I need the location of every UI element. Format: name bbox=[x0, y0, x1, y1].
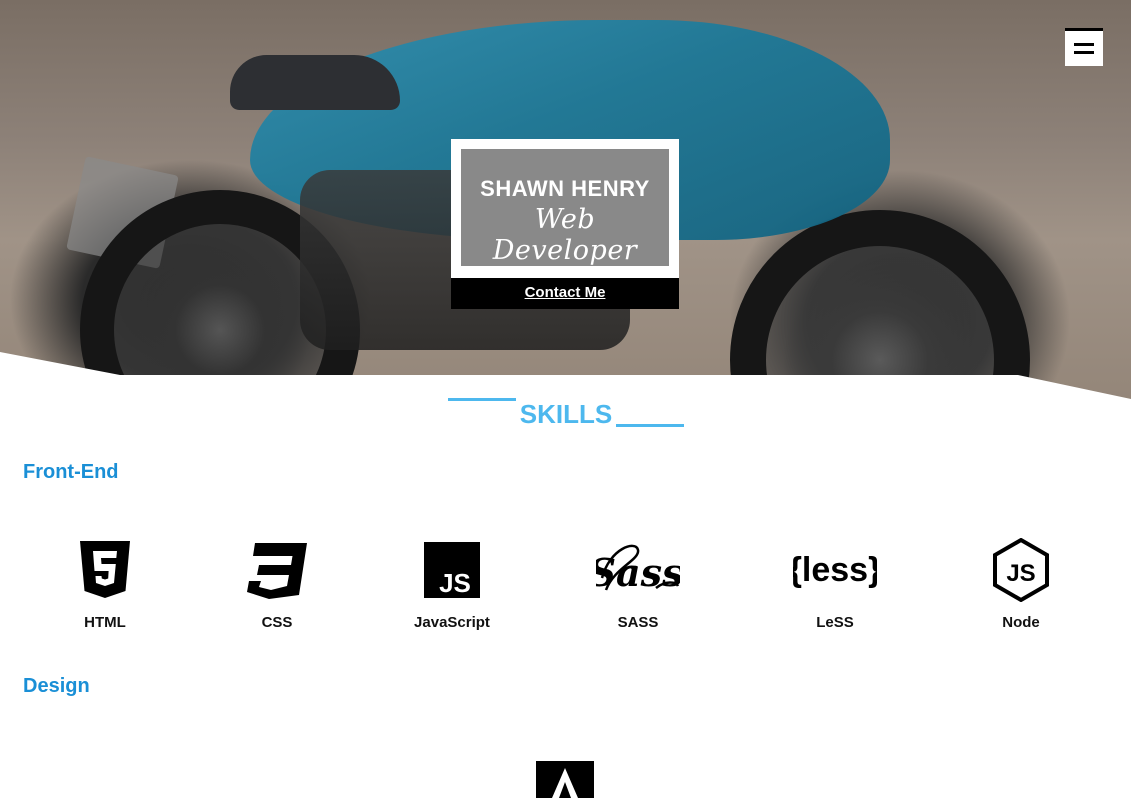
skill-node: JS Node bbox=[951, 538, 1091, 631]
skills-title: SKILLS bbox=[519, 399, 613, 429]
skill-html: HTML bbox=[35, 538, 175, 631]
section-title-design: Design bbox=[23, 675, 90, 697]
svg-text:{less}: {less} bbox=[793, 551, 877, 589]
skill-less: {less} LeSS bbox=[765, 538, 905, 631]
heading-line-left bbox=[448, 398, 516, 401]
skill-label: HTML bbox=[84, 614, 126, 631]
skill-label: JavaScript bbox=[414, 614, 490, 631]
skill-sass: Sass SASS bbox=[568, 538, 708, 631]
sass-icon: Sass bbox=[568, 538, 708, 602]
section-title-front-end: Front-End bbox=[23, 461, 119, 483]
contact-me-link[interactable]: Contact Me bbox=[451, 278, 679, 309]
svg-text:JS: JS bbox=[439, 568, 471, 598]
nodejs-icon: JS bbox=[951, 538, 1091, 602]
javascript-icon: JS bbox=[382, 538, 522, 602]
svg-text:JS: JS bbox=[1006, 560, 1035, 587]
skill-javascript: JS JavaScript bbox=[382, 538, 522, 631]
person-role: Web Developer bbox=[492, 204, 638, 266]
skill-css: CSS bbox=[207, 538, 347, 631]
skill-label: CSS bbox=[261, 614, 293, 631]
heading-line-right bbox=[616, 424, 684, 427]
skill-label: LeSS bbox=[816, 614, 854, 631]
svg-text:Sass: Sass bbox=[596, 550, 680, 595]
css3-icon bbox=[207, 538, 347, 602]
skills-heading: SKILLS bbox=[448, 393, 684, 433]
intro-card: SHAWN HENRY Web Developer Contact Me bbox=[451, 139, 679, 309]
hamburger-menu-icon[interactable] bbox=[1065, 28, 1103, 66]
skill-label: SASS bbox=[617, 614, 659, 631]
intro-card-frame: SHAWN HENRY Web Developer bbox=[451, 139, 679, 278]
person-name: SHAWN HENRY bbox=[480, 176, 650, 201]
less-icon: {less} bbox=[765, 538, 905, 602]
html5-icon bbox=[35, 538, 175, 602]
skill-adobe bbox=[495, 758, 635, 798]
intro-card-inner: SHAWN HENRY Web Developer bbox=[461, 149, 669, 266]
skill-label: Node bbox=[1002, 614, 1040, 631]
adobe-icon bbox=[495, 758, 635, 798]
